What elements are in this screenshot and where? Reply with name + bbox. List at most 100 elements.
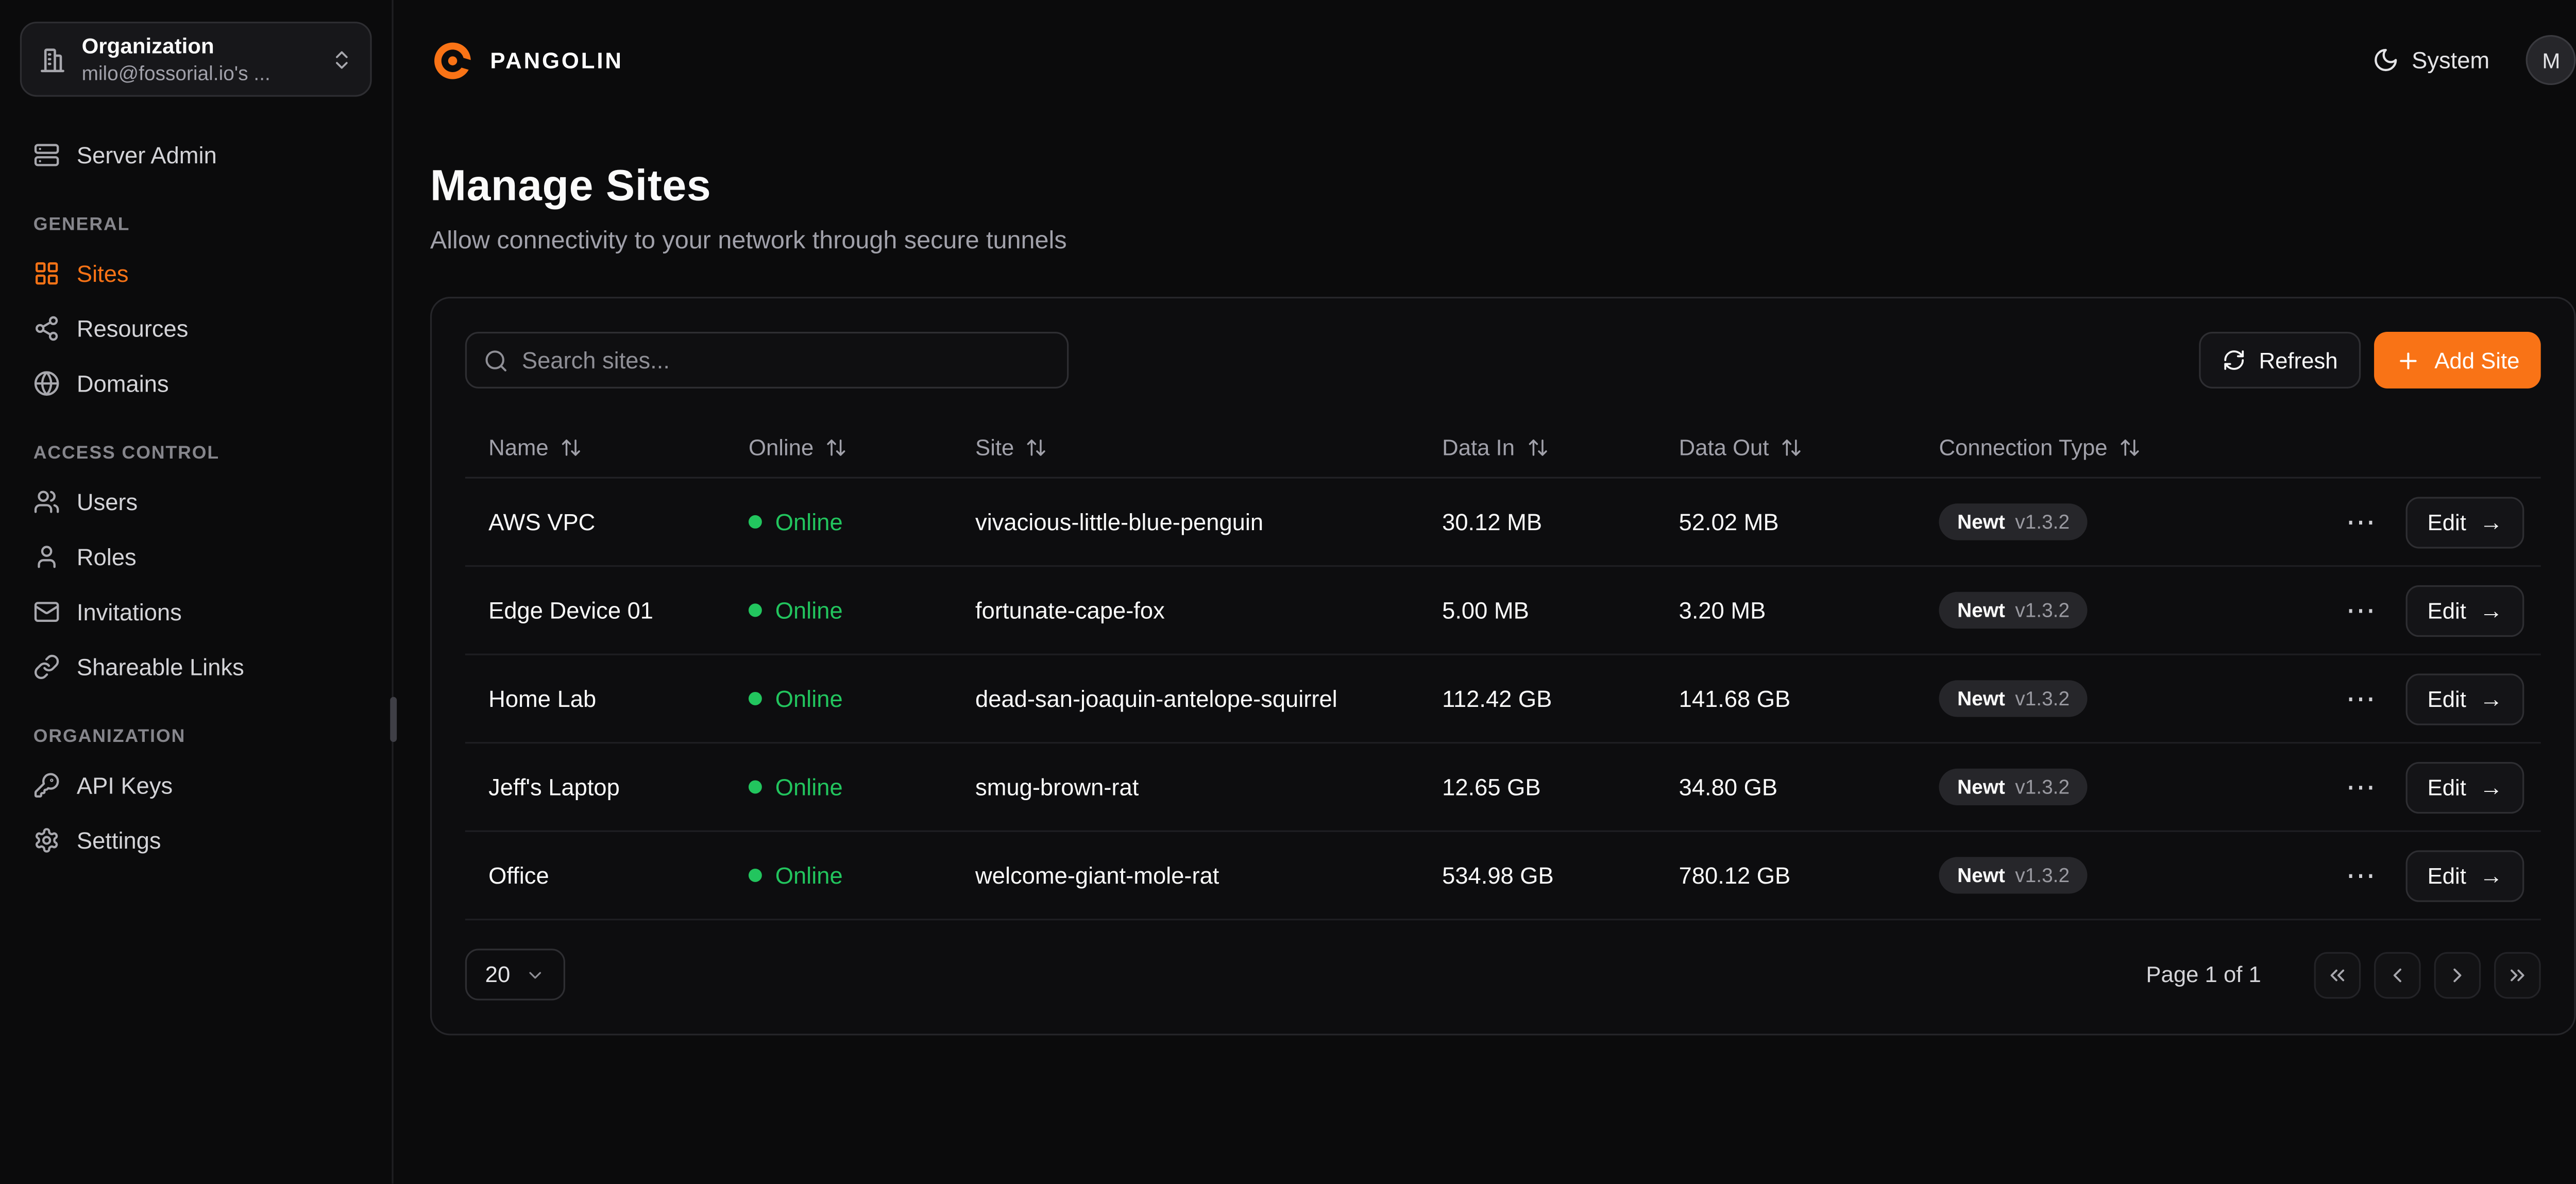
sidebar-item-label: Users	[77, 488, 138, 515]
edit-label: Edit	[2428, 598, 2466, 623]
sites-card: Refresh Add Site Name	[430, 297, 2576, 1036]
site-tunnel-name: fortunate-cape-fox	[975, 597, 1442, 623]
connection-type-cell: Newtv1.3.2	[1939, 769, 2339, 805]
connection-type: Newt	[1957, 510, 2005, 533]
sidebar-item-label: Sites	[77, 259, 129, 286]
data-in-value: 112.42 GB	[1442, 685, 1679, 712]
section-label-general: GENERAL	[33, 215, 359, 235]
sidebar-item-domains[interactable]: Domains	[20, 355, 372, 410]
column-header-data-in[interactable]: Data In	[1442, 435, 1679, 461]
connection-version: v1.3.2	[2015, 510, 2070, 533]
plus-icon	[2396, 348, 2421, 373]
add-site-button[interactable]: Add Site	[2375, 332, 2541, 388]
connection-version: v1.3.2	[2015, 687, 2070, 710]
section-label-access-control: ACCESS CONTROL	[33, 444, 359, 464]
sort-icon	[560, 437, 582, 459]
sidebar-item-label: Resources	[77, 314, 189, 341]
online-label: Online	[775, 597, 843, 623]
row-menu-button[interactable]: ⋯	[2339, 769, 2382, 805]
next-page-button[interactable]	[2434, 951, 2481, 998]
arrow-right-icon: →	[2480, 599, 2503, 622]
card-footer: 20 Page 1 of 1	[465, 949, 2541, 1000]
table-row: Jeff's Laptop Online smug-brown-rat 12.6…	[465, 743, 2541, 832]
page-size-select[interactable]: 20	[465, 949, 565, 1000]
page-subtitle: Allow connectivity to your network throu…	[430, 227, 2576, 255]
link-icon	[33, 653, 60, 680]
connection-type-badge: Newtv1.3.2	[1939, 680, 2088, 717]
column-label: Name	[488, 435, 549, 461]
brand: PANGOLIN	[430, 38, 623, 82]
toolbar-actions: Refresh Add Site	[2199, 332, 2541, 388]
sort-icon	[2119, 437, 2141, 459]
globe-icon	[33, 369, 60, 396]
sidebar-item-resources[interactable]: Resources	[20, 300, 372, 355]
org-title: Organization	[82, 33, 315, 59]
sidebar-item-api-keys[interactable]: API Keys	[20, 757, 372, 812]
column-header-connection-type[interactable]: Connection Type	[1939, 435, 2339, 461]
online-dot-icon	[749, 692, 762, 705]
edit-button[interactable]: Edit→	[2406, 850, 2525, 901]
sites-table: Name Online Site Data In	[465, 418, 2541, 920]
data-in-value: 534.98 GB	[1442, 862, 1679, 889]
site-name: AWS VPC	[465, 509, 749, 535]
chevrons-up-down-icon	[330, 47, 353, 71]
sidebar-item-sites[interactable]: Sites	[20, 245, 372, 300]
connection-type-badge: Newtv1.3.2	[1939, 857, 2088, 893]
site-name: Edge Device 01	[465, 597, 749, 623]
sidebar-item-label: Settings	[77, 826, 161, 853]
row-menu-button[interactable]: ⋯	[2339, 680, 2382, 717]
sidebar-item-roles[interactable]: Roles	[20, 529, 372, 584]
column-header-name[interactable]: Name	[465, 435, 749, 461]
mail-icon	[33, 598, 60, 624]
edit-button[interactable]: Edit →	[2406, 584, 2525, 636]
arrow-right-icon: →	[2480, 864, 2503, 887]
connection-type: Newt	[1957, 775, 2005, 799]
data-in-value: 12.65 GB	[1442, 774, 1679, 801]
row-menu-button[interactable]: ⋯	[2339, 857, 2382, 893]
sidebar-item-label: Shareable Links	[77, 653, 244, 680]
edit-button[interactable]: Edit→	[2406, 761, 2525, 813]
user-icon	[33, 543, 60, 569]
sidebar-item-server-admin[interactable]: Server Admin	[20, 127, 372, 182]
column-header-online[interactable]: Online	[749, 435, 975, 461]
pangolin-logo-icon	[430, 38, 475, 82]
column-label: Online	[749, 435, 814, 461]
column-label: Data In	[1442, 435, 1515, 461]
last-page-button[interactable]	[2495, 951, 2541, 998]
edit-button[interactable]: Edit→	[2406, 496, 2525, 548]
online-dot-icon	[749, 515, 762, 529]
connection-type-cell: Newtv1.3.2	[1939, 857, 2339, 893]
sidebar-scrollbar-thumb[interactable]	[390, 697, 397, 742]
refresh-button[interactable]: Refresh	[2199, 332, 2361, 388]
sidebar-item-invitations[interactable]: Invitations	[20, 584, 372, 639]
connection-type-cell: Newtv1.3.2	[1939, 592, 2339, 629]
column-header-data-out[interactable]: Data Out	[1679, 435, 1939, 461]
refresh-label: Refresh	[2259, 348, 2338, 373]
layout-grid-icon	[33, 259, 60, 286]
column-header-site[interactable]: Site	[975, 435, 1442, 461]
data-out-value: 34.80 GB	[1679, 774, 1939, 801]
org-selector[interactable]: Organization milo@fossorial.io's ...	[20, 22, 372, 97]
first-page-button[interactable]	[2314, 951, 2361, 998]
search-input[interactable]	[522, 347, 1050, 374]
site-name: Office	[465, 862, 749, 889]
topbar: PANGOLIN System M	[430, 0, 2576, 120]
connection-version: v1.3.2	[2015, 599, 2070, 622]
connection-version: v1.3.2	[2015, 864, 2070, 887]
sidebar-item-settings[interactable]: Settings	[20, 812, 372, 867]
avatar[interactable]: M	[2526, 35, 2576, 85]
brand-name: PANGOLIN	[490, 47, 623, 73]
theme-selector[interactable]: System	[2371, 47, 2489, 74]
sidebar-item-shareable-links[interactable]: Shareable Links	[20, 638, 372, 694]
row-menu-button[interactable]: ⋯	[2339, 503, 2382, 540]
online-dot-icon	[749, 869, 762, 882]
row-menu-button[interactable]: ⋯	[2339, 592, 2382, 629]
sidebar-item-users[interactable]: Users	[20, 473, 372, 529]
table-header-row: Name Online Site Data In	[465, 418, 2541, 478]
column-label: Site	[975, 435, 1014, 461]
site-tunnel-name: dead-san-joaquin-antelope-squirrel	[975, 685, 1442, 712]
edit-button[interactable]: Edit→	[2406, 673, 2525, 724]
online-dot-icon	[749, 780, 762, 793]
search-box	[465, 332, 1069, 388]
previous-page-button[interactable]	[2375, 951, 2421, 998]
